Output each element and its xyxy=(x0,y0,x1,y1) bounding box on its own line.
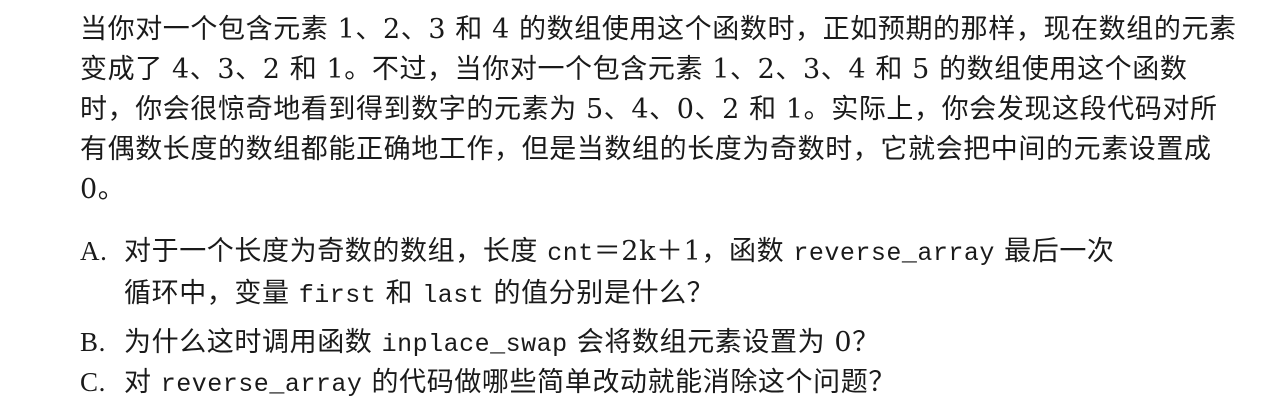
question-b-text-1: 为什么这时调用函数 xyxy=(124,327,382,358)
question-a-continuation: 循环中，变量 first 和 last 的值分别是什么？ xyxy=(80,274,1240,316)
question-a: A. 对于一个长度为奇数的数组，长度 cnt＝2k＋1，函数 reverse_ar… xyxy=(80,231,1240,316)
question-b: B. 为什么这时调用函数 inplace_swap 会将数组元素设置为 0？ xyxy=(80,322,1240,365)
code-inplace-swap: inplace_swap xyxy=(381,330,568,359)
question-a-text-2: ＝2k＋1，函数 xyxy=(593,236,794,267)
question-a-text-4: 循环中，变量 xyxy=(124,278,299,309)
code-reverse-array: reverse_array xyxy=(793,239,995,268)
question-c-text-2: 的代码做哪些简单改动就能消除这个问题？ xyxy=(362,367,896,398)
question-c-text-1: 对 xyxy=(124,367,161,398)
question-b-text-2: 会将数组元素设置为 0？ xyxy=(567,327,880,358)
question-a-text-5: 和 xyxy=(376,278,423,309)
code-first: first xyxy=(298,281,377,310)
document-page: 当你对一个包含元素 1、2、3 和 4 的数组使用这个函数时，正如预期的那样，现… xyxy=(0,0,1270,409)
question-a-text-3: 最后一次 xyxy=(994,236,1115,267)
question-c-letter: C. xyxy=(80,367,106,397)
code-last: last xyxy=(422,281,485,310)
question-a-text-1: 对于一个长度为奇数的数组，长度 xyxy=(124,236,548,267)
question-a-text-6: 的值分别是什么？ xyxy=(484,278,715,309)
code-reverse-array-c: reverse_array xyxy=(160,370,363,399)
intro-paragraph: 当你对一个包含元素 1、2、3 和 4 的数组使用这个函数时，正如预期的那样，现… xyxy=(80,14,1237,205)
question-a-letter: A. xyxy=(80,236,108,266)
code-cnt: cnt xyxy=(547,239,594,268)
question-b-letter: B. xyxy=(80,327,106,357)
question-c: C. 对 reverse_array 的代码做哪些简单改动就能消除这个问题？ xyxy=(80,362,1240,405)
